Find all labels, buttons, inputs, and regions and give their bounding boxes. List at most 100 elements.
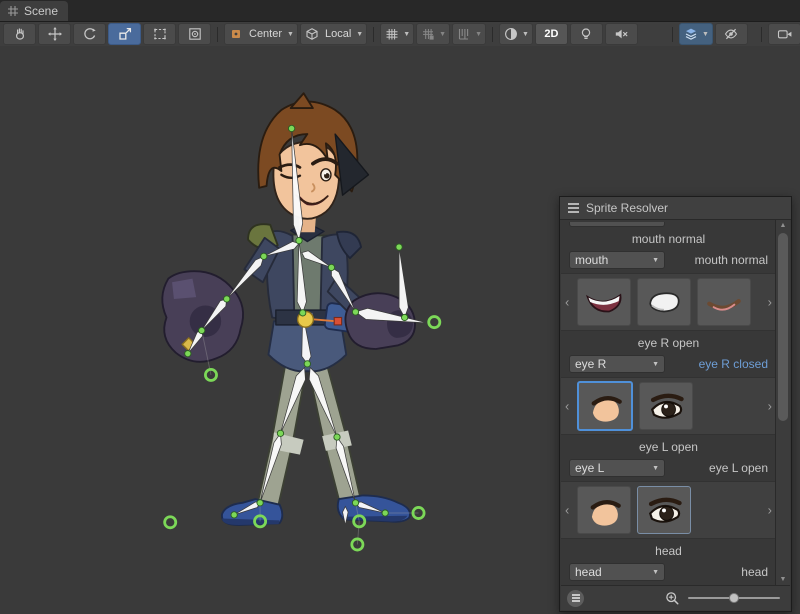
dropdown-value: mouth <box>575 253 608 267</box>
panel-menu-icon[interactable] <box>568 207 579 209</box>
strip-prev-icon[interactable]: ‹ <box>565 399 569 414</box>
dropdown-value: eye R <box>575 357 606 371</box>
shaded-view-icon <box>503 26 519 42</box>
camera-icon <box>777 26 793 42</box>
mouth-category-dropdown[interactable]: mouth ▼ <box>569 251 665 269</box>
toolbar-separator <box>217 27 218 42</box>
grid-icon <box>7 5 19 17</box>
move-icon <box>47 26 63 42</box>
tab-label: Scene <box>24 4 58 18</box>
hand-icon <box>12 26 28 42</box>
chevron-down-icon: ▼ <box>475 31 482 38</box>
mouth-closed-white-sprite-image <box>642 283 686 321</box>
eye-l-category-dropdown[interactable]: eye L ▼ <box>569 459 665 477</box>
handle-rotation-dropdown[interactable]: Local ▼ <box>300 23 367 45</box>
eye-r-closed-sprite[interactable] <box>577 381 633 431</box>
mouth-sprite-strip: ‹ <box>561 273 776 331</box>
panel-body: mouth normal mouth ▼ mouth normal ‹ <box>561 220 776 586</box>
dropdown-value: head <box>575 565 602 579</box>
selected-bone-handle[interactable] <box>334 317 341 324</box>
transform-tool-button[interactable] <box>178 23 211 45</box>
eye-crossed-icon <box>723 26 739 42</box>
dropdown-value: eye L <box>575 461 604 475</box>
layers-icon <box>683 26 699 42</box>
strip-next-icon[interactable]: › <box>768 399 772 414</box>
handle-rotation-label: Local <box>323 28 353 40</box>
chevron-down-icon: ▼ <box>403 31 410 38</box>
rotate-tool-button[interactable] <box>73 23 106 45</box>
section-title-mouth: mouth normal <box>561 227 776 249</box>
strip-prev-icon[interactable]: ‹ <box>565 503 569 518</box>
transform-icon <box>187 26 203 42</box>
head-category-dropdown[interactable]: head ▼ <box>569 563 665 581</box>
mouth-smile-sprite-image <box>702 283 746 321</box>
scale-icon <box>117 26 133 42</box>
zoom-controls <box>665 591 780 606</box>
snap-increment-dropdown[interactable]: ▼ <box>416 23 450 45</box>
head-current-label: head <box>741 565 768 579</box>
mouth-smile-sprite[interactable] <box>697 278 751 326</box>
eye-closed-sprite-image <box>582 491 626 529</box>
strip-prev-icon[interactable]: ‹ <box>565 295 569 310</box>
list-view-button[interactable] <box>567 590 584 607</box>
slider-knob[interactable] <box>729 593 739 603</box>
chevron-down-icon: ▼ <box>652 257 659 264</box>
scrollbar-thumb[interactable] <box>778 233 788 421</box>
hand-tool-button[interactable] <box>3 23 36 45</box>
chevron-down-icon: ▼ <box>652 569 659 576</box>
tab-bar: Scene <box>0 0 800 22</box>
grid-visibility-dropdown[interactable]: ▼ <box>380 23 414 45</box>
section-title-head: head <box>561 539 776 561</box>
section-row-head: head ▼ head <box>561 561 776 583</box>
rect-tool-button[interactable] <box>143 23 176 45</box>
2d-mode-label: 2D <box>542 28 560 40</box>
strip-next-icon[interactable]: › <box>768 503 772 518</box>
eye-l-open-sprite[interactable] <box>637 486 691 534</box>
chevron-down-icon: ▼ <box>439 31 446 38</box>
scroll-down-icon[interactable]: ▼ <box>776 575 790 585</box>
panel-scrollbar[interactable]: ▲ ▼ <box>775 220 790 586</box>
scene-camera-button[interactable] <box>768 23 800 45</box>
strip-next-icon[interactable]: › <box>768 295 772 310</box>
snap-grid-icon <box>420 26 436 42</box>
ruler-icon <box>456 26 472 42</box>
eye-r-current-label: eye R closed <box>699 357 768 371</box>
eye-l-sprite-strip: ‹ › <box>561 481 776 539</box>
tab-scene[interactable]: Scene <box>0 1 68 21</box>
scene-visibility-toggle[interactable] <box>715 23 748 45</box>
chevron-down-icon: ▼ <box>652 361 659 368</box>
pivot-mode-label: Center <box>247 28 284 40</box>
unit-snap-dropdown[interactable]: ▼ <box>452 23 486 45</box>
rotate-icon <box>82 26 98 42</box>
2d-mode-toggle[interactable]: 2D <box>535 23 568 45</box>
mouth-closed-white-sprite[interactable] <box>637 278 691 326</box>
toolbar-separator <box>672 27 673 42</box>
toolbar-separator <box>373 27 374 42</box>
pivot-mode-dropdown[interactable]: Center ▼ <box>224 23 298 45</box>
eye-l-closed-sprite[interactable] <box>577 486 631 534</box>
toolbar-separator <box>492 27 493 42</box>
mouth-open-sprite[interactable] <box>577 278 631 326</box>
grid-snap-icon <box>384 26 400 42</box>
scene-audio-toggle[interactable] <box>605 23 638 45</box>
section-row-eye-l: eye L ▼ eye L open <box>561 457 776 479</box>
unity-scene-view: Scene <box>0 0 800 614</box>
thumbnail-zoom-slider[interactable] <box>688 592 780 604</box>
character-sprite[interactable] <box>162 93 415 525</box>
effects-dropdown[interactable]: ▼ <box>679 23 713 45</box>
chevron-down-icon: ▼ <box>287 31 294 38</box>
scroll-up-icon[interactable]: ▲ <box>776 221 790 231</box>
eye-r-open-sprite[interactable] <box>639 382 693 430</box>
chevron-down-icon: ▼ <box>702 31 709 38</box>
scale-tool-button[interactable] <box>108 23 141 45</box>
eye-r-sprite-strip: ‹ › <box>561 377 776 435</box>
eye-r-category-dropdown[interactable]: eye R ▼ <box>569 355 665 373</box>
scene-lighting-toggle[interactable] <box>570 23 603 45</box>
panel-header[interactable]: Sprite Resolver <box>560 197 791 220</box>
eye-l-current-label: eye L open <box>709 461 768 475</box>
shading-mode-dropdown[interactable]: ▼ <box>499 23 533 45</box>
move-tool-button[interactable] <box>38 23 71 45</box>
zoom-icon <box>665 591 680 606</box>
section-title-eye-r: eye R open <box>561 331 776 353</box>
mouth-current-label: mouth normal <box>695 253 768 267</box>
